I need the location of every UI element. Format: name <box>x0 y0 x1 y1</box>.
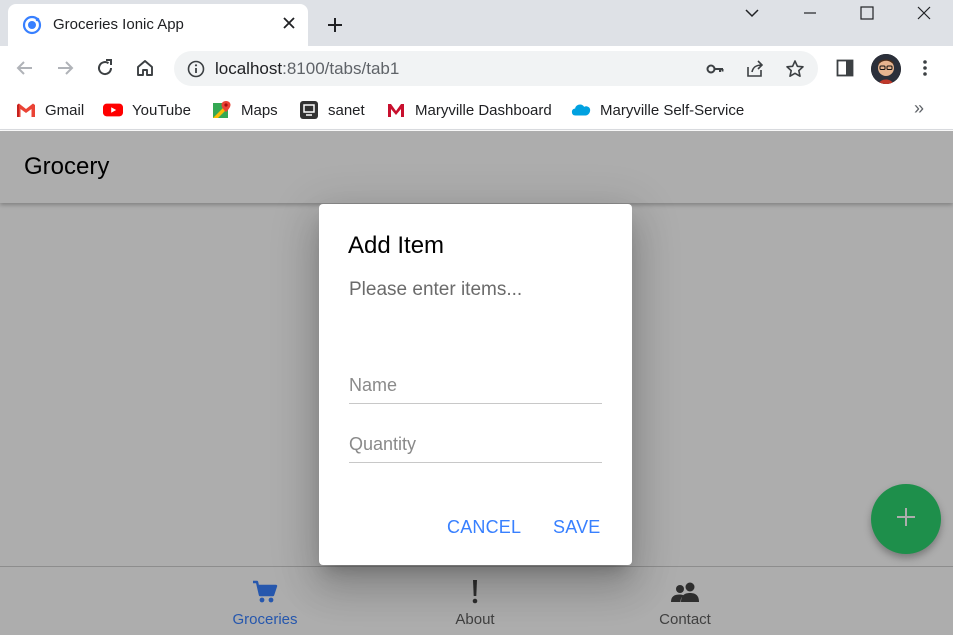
bookmarks-bar: Gmail YouTube Maps sanet Maryville Dashb… <box>0 90 953 130</box>
name-input[interactable] <box>349 368 602 404</box>
gmail-icon <box>16 100 36 120</box>
browser-toolbar: localhost:8100/tabs/tab1 <box>0 46 953 90</box>
browser-tabstrip: Groceries Ionic App <box>0 0 953 46</box>
salesforce-cloud-icon <box>571 100 591 120</box>
tab-search-icon[interactable] <box>727 0 777 26</box>
add-item-dialog: Add Item Please enter items... CANCEL SA… <box>319 204 632 565</box>
maximize-icon[interactable] <box>842 0 892 26</box>
save-button[interactable]: SAVE <box>553 517 601 538</box>
bookmark-label: Gmail <box>45 101 85 119</box>
side-panel-icon[interactable] <box>832 55 858 81</box>
youtube-icon <box>103 100 123 120</box>
tab-close-icon[interactable] <box>278 12 300 34</box>
app-content: Grocery Groceries About Contact Add Item… <box>0 131 953 635</box>
profile-avatar[interactable] <box>871 54 901 84</box>
key-icon[interactable] <box>703 57 727 81</box>
reload-icon[interactable] <box>92 55 118 81</box>
bookmark-youtube[interactable]: YouTube <box>103 99 191 121</box>
address-bar[interactable]: localhost:8100/tabs/tab1 <box>174 51 818 86</box>
back-icon[interactable] <box>12 55 38 81</box>
url-path: :8100/tabs/tab1 <box>282 59 400 78</box>
minimize-icon[interactable] <box>785 0 835 26</box>
maps-icon <box>212 100 232 120</box>
quantity-input[interactable] <box>349 427 602 463</box>
browser-tab[interactable]: Groceries Ionic App <box>8 4 308 46</box>
site-info-icon[interactable] <box>186 59 206 79</box>
bookmark-maryville-dashboard[interactable]: Maryville Dashboard <box>386 99 552 121</box>
star-icon[interactable] <box>783 57 807 81</box>
maryville-icon <box>386 100 406 120</box>
bookmark-label: Maps <box>241 101 278 119</box>
sanet-icon <box>299 100 319 120</box>
ionic-favicon-icon <box>22 15 42 35</box>
tab-title: Groceries Ionic App <box>53 16 184 33</box>
bookmark-label: sanet <box>328 101 365 119</box>
bookmark-maryville-self-service[interactable]: Maryville Self-Service <box>571 99 744 121</box>
chrome-menu-icon[interactable] <box>912 55 938 81</box>
bookmark-label: Maryville Dashboard <box>415 101 552 119</box>
share-icon[interactable] <box>743 57 767 81</box>
dialog-title: Add Item <box>348 232 445 259</box>
forward-icon[interactable] <box>52 55 78 81</box>
home-icon[interactable] <box>132 55 158 81</box>
bookmark-label: YouTube <box>132 101 191 119</box>
bookmark-gmail[interactable]: Gmail <box>16 99 84 121</box>
bookmark-maps[interactable]: Maps <box>212 99 278 121</box>
dialog-message: Please enter items... <box>349 279 523 300</box>
bookmark-label: Maryville Self-Service <box>600 101 745 119</box>
url-text[interactable]: localhost:8100/tabs/tab1 <box>215 59 399 79</box>
new-tab-icon[interactable] <box>322 12 348 38</box>
bookmark-sanet[interactable]: sanet <box>299 99 365 121</box>
close-window-icon[interactable] <box>899 0 949 26</box>
bookmarks-overflow-icon[interactable]: » <box>914 98 924 119</box>
cancel-button[interactable]: CANCEL <box>447 517 521 538</box>
url-host: localhost <box>215 59 283 78</box>
